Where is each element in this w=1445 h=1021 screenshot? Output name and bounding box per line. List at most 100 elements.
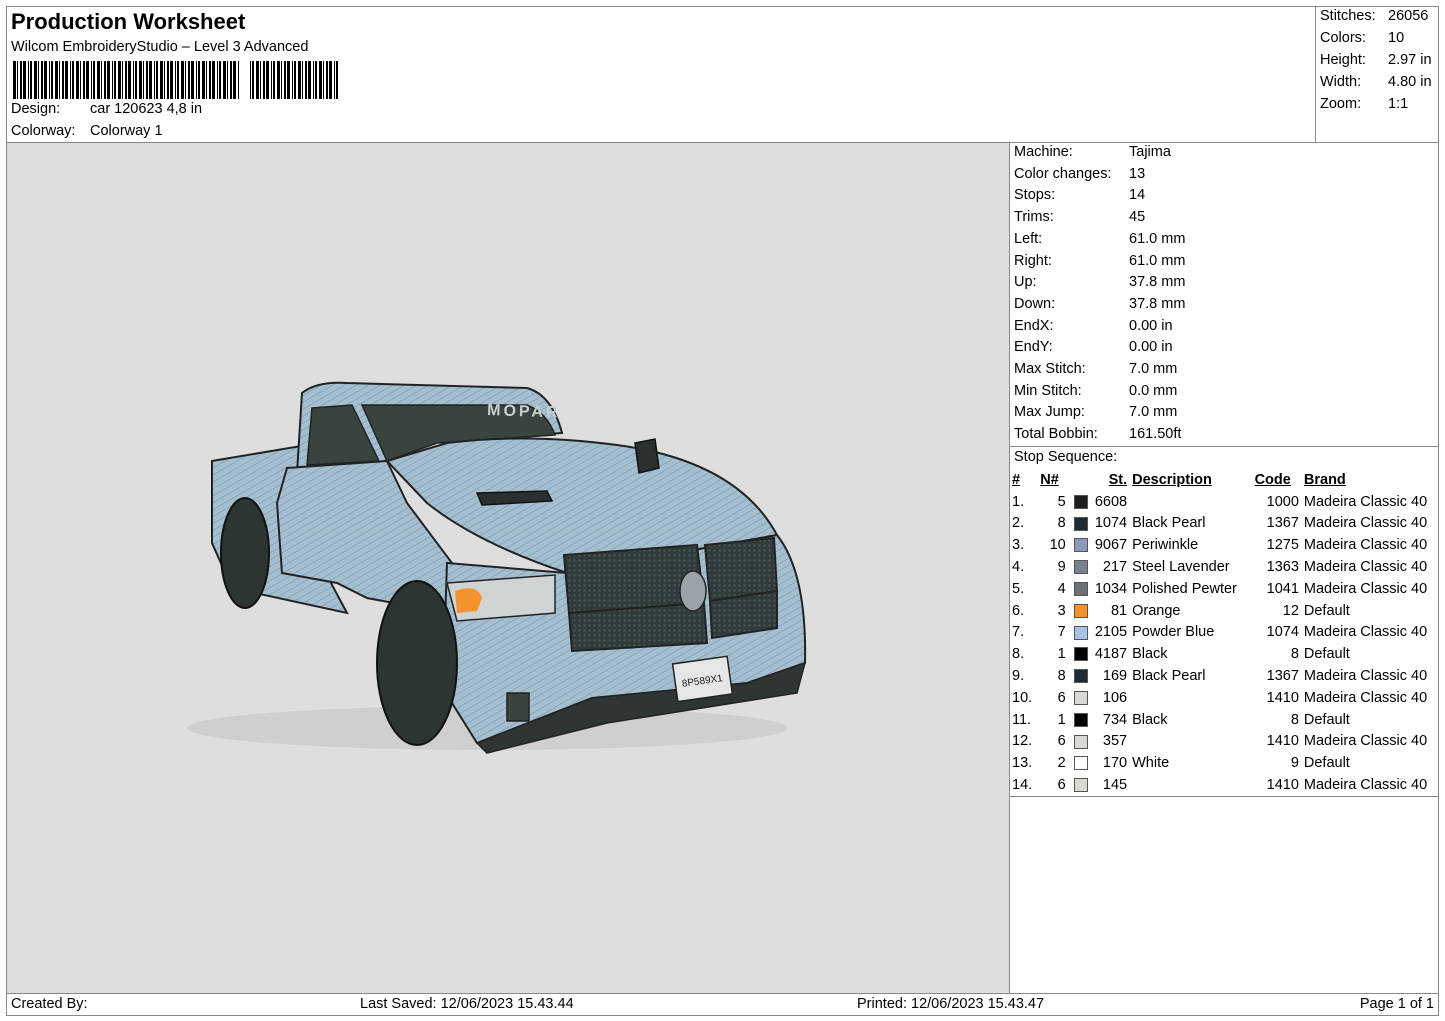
table-row: 12. 6 357 1410 Madeira Classic 40 xyxy=(1012,731,1438,753)
created-by: Created By: xyxy=(11,996,88,1012)
colorway-label: Colorway: xyxy=(11,123,76,139)
needle-number: 8 xyxy=(1057,515,1066,532)
needle-number: 1 xyxy=(1057,646,1066,663)
swatch-box xyxy=(1073,582,1088,597)
row-index: 2. xyxy=(1012,515,1025,532)
page-number: Page 1 of 1 xyxy=(1359,996,1434,1012)
row-index: 5. xyxy=(1012,580,1025,597)
color-swatch xyxy=(1072,731,1088,753)
needle-number: 7 xyxy=(1057,624,1066,641)
swatch-box xyxy=(1073,538,1088,553)
thread-brand: Madeira Classic 40 xyxy=(1303,493,1428,510)
thread-brand: Madeira Classic 40 xyxy=(1303,689,1428,706)
thread-brand: Madeira Classic 40 xyxy=(1303,537,1428,554)
thread-code: 9 xyxy=(1290,755,1299,772)
needle-number: 6 xyxy=(1057,733,1066,750)
table-row: 6. 3 81 Orange 12 Default xyxy=(1012,600,1438,622)
thread-code: 1275 xyxy=(1266,537,1299,554)
color-description xyxy=(1132,731,1254,753)
table-row: 3. 10 9067 Periwinkle 1275 Madeira Classic 40 xyxy=(1012,534,1438,556)
needle-number: 6 xyxy=(1057,689,1066,706)
swatch-box xyxy=(1073,494,1088,509)
row-index: 9. xyxy=(1012,668,1025,685)
row-index: 6. xyxy=(1012,602,1025,619)
thread-brand: Madeira Classic 40 xyxy=(1303,668,1428,685)
info-label: Color changes: xyxy=(1014,165,1112,182)
info-label: Stops: xyxy=(1014,187,1056,204)
swatch-box xyxy=(1073,712,1088,727)
row-index: 3. xyxy=(1012,537,1025,554)
color-description: Powder Blue xyxy=(1132,624,1215,641)
design-value: car 120623 4,8 in xyxy=(90,101,203,117)
stitch-count: 217 xyxy=(1102,559,1128,576)
table-row: 14. 6 145 1410 Madeira Classic 40 xyxy=(1012,774,1438,796)
info-value: 0.00 in xyxy=(1129,339,1173,356)
table-row: 13. 2 170 White 9 Default xyxy=(1012,752,1438,774)
info-row: Min Stitch: 0.0 mm xyxy=(1014,383,1177,399)
stitch-count: 145 xyxy=(1102,777,1128,794)
color-swatch xyxy=(1072,665,1088,687)
color-description: Black xyxy=(1132,711,1168,728)
last-saved: Last Saved: 12/06/2023 15.43.44 xyxy=(360,996,574,1012)
row-index: 11. xyxy=(1012,711,1032,728)
thread-code: 1074 xyxy=(1266,624,1299,641)
thread-code: 12 xyxy=(1282,602,1299,619)
row-index: 10. xyxy=(1012,689,1033,706)
table-row: 7. 7 2105 Powder Blue 1074 Madeira Classic 40 xyxy=(1012,622,1438,644)
color-swatch xyxy=(1072,687,1088,709)
stitch-count: 170 xyxy=(1102,755,1128,772)
design-row: Design: car 120623 4,8 in xyxy=(11,101,202,117)
thread-brand: Madeira Classic 40 xyxy=(1303,580,1428,597)
stitch-count: 169 xyxy=(1102,668,1128,685)
needle-number: 8 xyxy=(1057,668,1066,685)
stitch-count: 1034 xyxy=(1094,580,1128,597)
row-index: 4. xyxy=(1012,559,1025,576)
needle-number: 10 xyxy=(1049,537,1066,554)
stitch-count: 81 xyxy=(1110,602,1128,619)
needle-number: 9 xyxy=(1057,559,1066,576)
color-description: Periwinkle xyxy=(1132,537,1199,554)
divider xyxy=(1010,446,1438,447)
info-label: Right: xyxy=(1014,252,1052,269)
stitch-count: 357 xyxy=(1102,733,1128,750)
needle-number: 5 xyxy=(1057,493,1066,510)
info-value: 13 xyxy=(1129,165,1146,182)
stitch-count: 1074 xyxy=(1094,515,1128,532)
col-header-code: Code xyxy=(1254,471,1291,488)
color-swatch xyxy=(1072,600,1088,622)
color-swatch xyxy=(1072,752,1088,774)
info-value: 61.0 mm xyxy=(1129,252,1186,269)
thread-brand: Default xyxy=(1303,602,1350,619)
worksheet-title: Production Worksheet xyxy=(11,9,246,34)
colorway-value: Colorway 1 xyxy=(90,123,163,139)
stitch-count: 6608 xyxy=(1094,493,1128,510)
table-row: 10. 6 106 1410 Madeira Classic 40 xyxy=(1012,687,1438,709)
design-preview: 8P589X1 MOPAR xyxy=(6,142,1010,994)
thread-code: 8 xyxy=(1290,711,1299,728)
color-swatch xyxy=(1072,622,1088,644)
stitch-count: 106 xyxy=(1102,689,1128,706)
info-value: 37.8 mm xyxy=(1129,295,1186,312)
thread-code: 1367 xyxy=(1266,668,1299,685)
info-label: Max Jump: xyxy=(1014,404,1085,421)
thread-code: 1410 xyxy=(1266,689,1299,706)
swatch-box xyxy=(1073,603,1088,618)
stat-stitches: Stitches: 26056 xyxy=(1320,8,1429,24)
needle-number: 3 xyxy=(1057,602,1066,619)
thread-code: 1410 xyxy=(1266,733,1299,750)
info-row: Right: 61.0 mm xyxy=(1014,253,1185,269)
thread-code: 1041 xyxy=(1266,580,1299,597)
needle-number: 4 xyxy=(1057,580,1066,597)
color-swatch xyxy=(1072,556,1088,578)
col-header-stitches: St. xyxy=(1108,471,1128,488)
info-label: Trims: xyxy=(1014,209,1054,226)
color-description: Polished Pewter xyxy=(1132,580,1237,597)
needle-number: 2 xyxy=(1057,755,1066,772)
color-description: Black xyxy=(1132,646,1168,663)
color-swatch xyxy=(1072,774,1088,796)
info-label: Up: xyxy=(1014,274,1037,291)
info-label: Machine: xyxy=(1014,144,1073,160)
stitch-count: 734 xyxy=(1102,711,1128,728)
thread-code: 8 xyxy=(1290,646,1299,663)
software-name: Wilcom EmbroideryStudio – Level 3 Advanc… xyxy=(11,39,309,55)
